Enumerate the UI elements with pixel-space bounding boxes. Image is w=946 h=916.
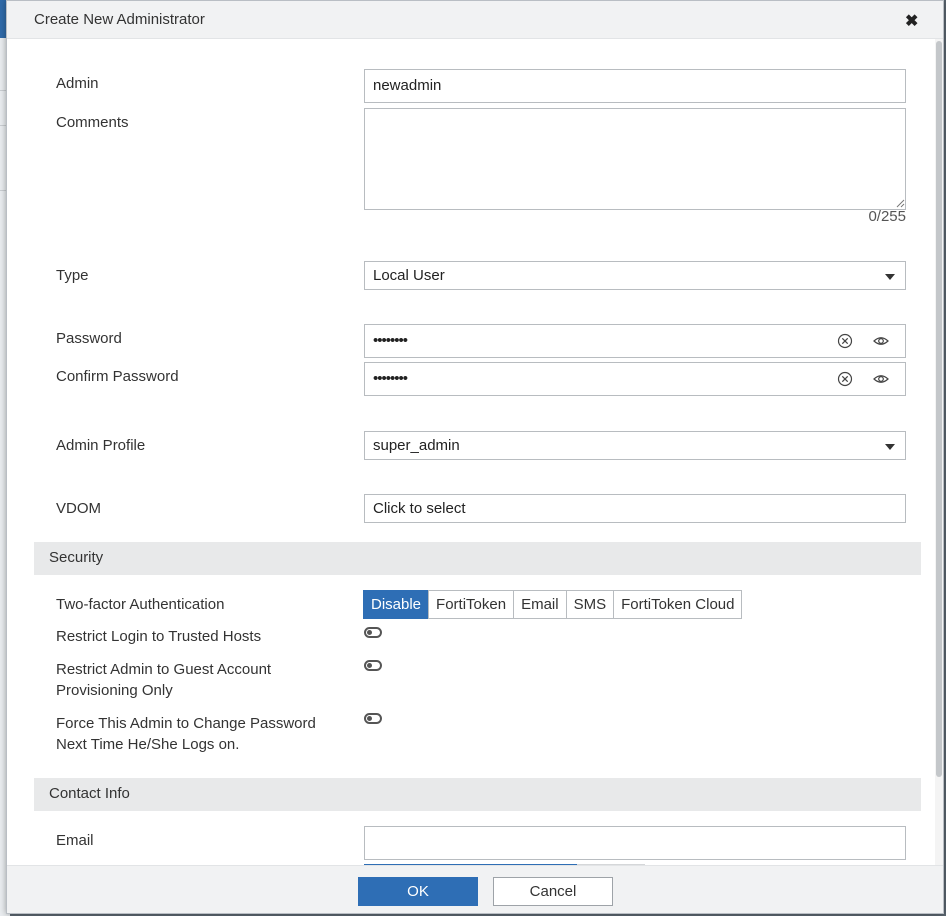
dialog-footer: OK Cancel	[7, 865, 943, 913]
two-factor-segmented-control: Disable FortiToken Email SMS FortiToken …	[363, 590, 743, 619]
confirm-password-label: Confirm Password	[56, 368, 179, 385]
cancel-button[interactable]: Cancel	[493, 877, 613, 906]
clear-icon[interactable]	[837, 371, 853, 387]
admin-name-input[interactable]: newadmin	[364, 69, 906, 103]
contact-section-header: Contact Info	[34, 778, 921, 811]
dialog-title: Create New Administrator	[34, 11, 205, 28]
type-label: Type	[56, 267, 89, 284]
two-factor-option-email[interactable]: Email	[513, 590, 567, 619]
scrollbar-thumb[interactable]	[936, 41, 942, 777]
toggle-knob	[367, 663, 372, 668]
admin-profile-value: super_admin	[373, 437, 460, 454]
chevron-down-icon	[885, 444, 895, 450]
password-input[interactable]: ••••••••	[364, 324, 906, 358]
confirm-password-value: ••••••••	[373, 370, 408, 387]
password-value: ••••••••	[373, 332, 408, 349]
type-select-value: Local User	[373, 267, 445, 284]
toggle-knob	[367, 630, 372, 635]
two-factor-option-fortitoken-cloud[interactable]: FortiToken Cloud	[613, 590, 743, 619]
force-password-change-toggle[interactable]	[364, 713, 382, 724]
force-password-change-label-line1: Force This Admin to Change Password	[56, 715, 316, 732]
ok-button[interactable]: OK	[358, 877, 478, 906]
eye-icon[interactable]	[873, 371, 889, 387]
two-factor-option-fortitoken[interactable]: FortiToken	[428, 590, 515, 619]
two-factor-option-sms[interactable]: SMS	[565, 590, 615, 619]
admin-label: Admin	[56, 75, 99, 92]
two-factor-label: Two-factor Authentication	[56, 596, 225, 613]
dialog-scrollbar[interactable]	[935, 39, 943, 865]
email-label: Email	[56, 832, 94, 849]
security-heading: Security	[49, 549, 104, 566]
restrict-guest-toggle[interactable]	[364, 660, 382, 671]
force-password-change-label-line2: Next Time He/She Logs on.	[56, 736, 240, 753]
restrict-trusted-hosts-label: Restrict Login to Trusted Hosts	[56, 628, 262, 645]
resize-handle-icon[interactable]	[896, 199, 905, 208]
two-factor-option-disable[interactable]: Disable	[363, 590, 430, 619]
contact-heading: Contact Info	[49, 785, 130, 802]
password-label: Password	[56, 330, 122, 347]
chevron-down-icon	[885, 274, 895, 280]
dialog-body: Admin newadmin Comments 0/255 Type Local…	[7, 39, 935, 865]
confirm-password-input[interactable]: ••••••••	[364, 362, 906, 396]
type-select[interactable]: Local User	[364, 261, 906, 290]
close-icon[interactable]: ✖	[905, 11, 918, 31]
eye-icon[interactable]	[873, 333, 889, 349]
restrict-trusted-hosts-toggle[interactable]	[364, 627, 382, 638]
toggle-knob	[367, 716, 372, 721]
create-admin-dialog: Create New Administrator ✖ Admin newadmi…	[6, 0, 944, 914]
comments-textarea[interactable]	[364, 108, 906, 210]
comments-label: Comments	[56, 114, 129, 131]
admin-profile-select[interactable]: super_admin	[364, 431, 906, 460]
restrict-guest-label-line2: Provisioning Only	[56, 682, 173, 699]
vdom-select[interactable]: Click to select	[364, 494, 906, 523]
restrict-guest-label-line1: Restrict Admin to Guest Account	[56, 661, 272, 678]
security-section-header: Security	[34, 542, 921, 575]
email-input[interactable]	[364, 826, 906, 860]
clear-icon[interactable]	[837, 333, 853, 349]
dialog-header: Create New Administrator ✖	[7, 1, 943, 39]
comments-char-counter: 0/255	[868, 208, 906, 225]
vdom-label: VDOM	[56, 500, 101, 517]
admin-profile-label: Admin Profile	[56, 437, 146, 454]
